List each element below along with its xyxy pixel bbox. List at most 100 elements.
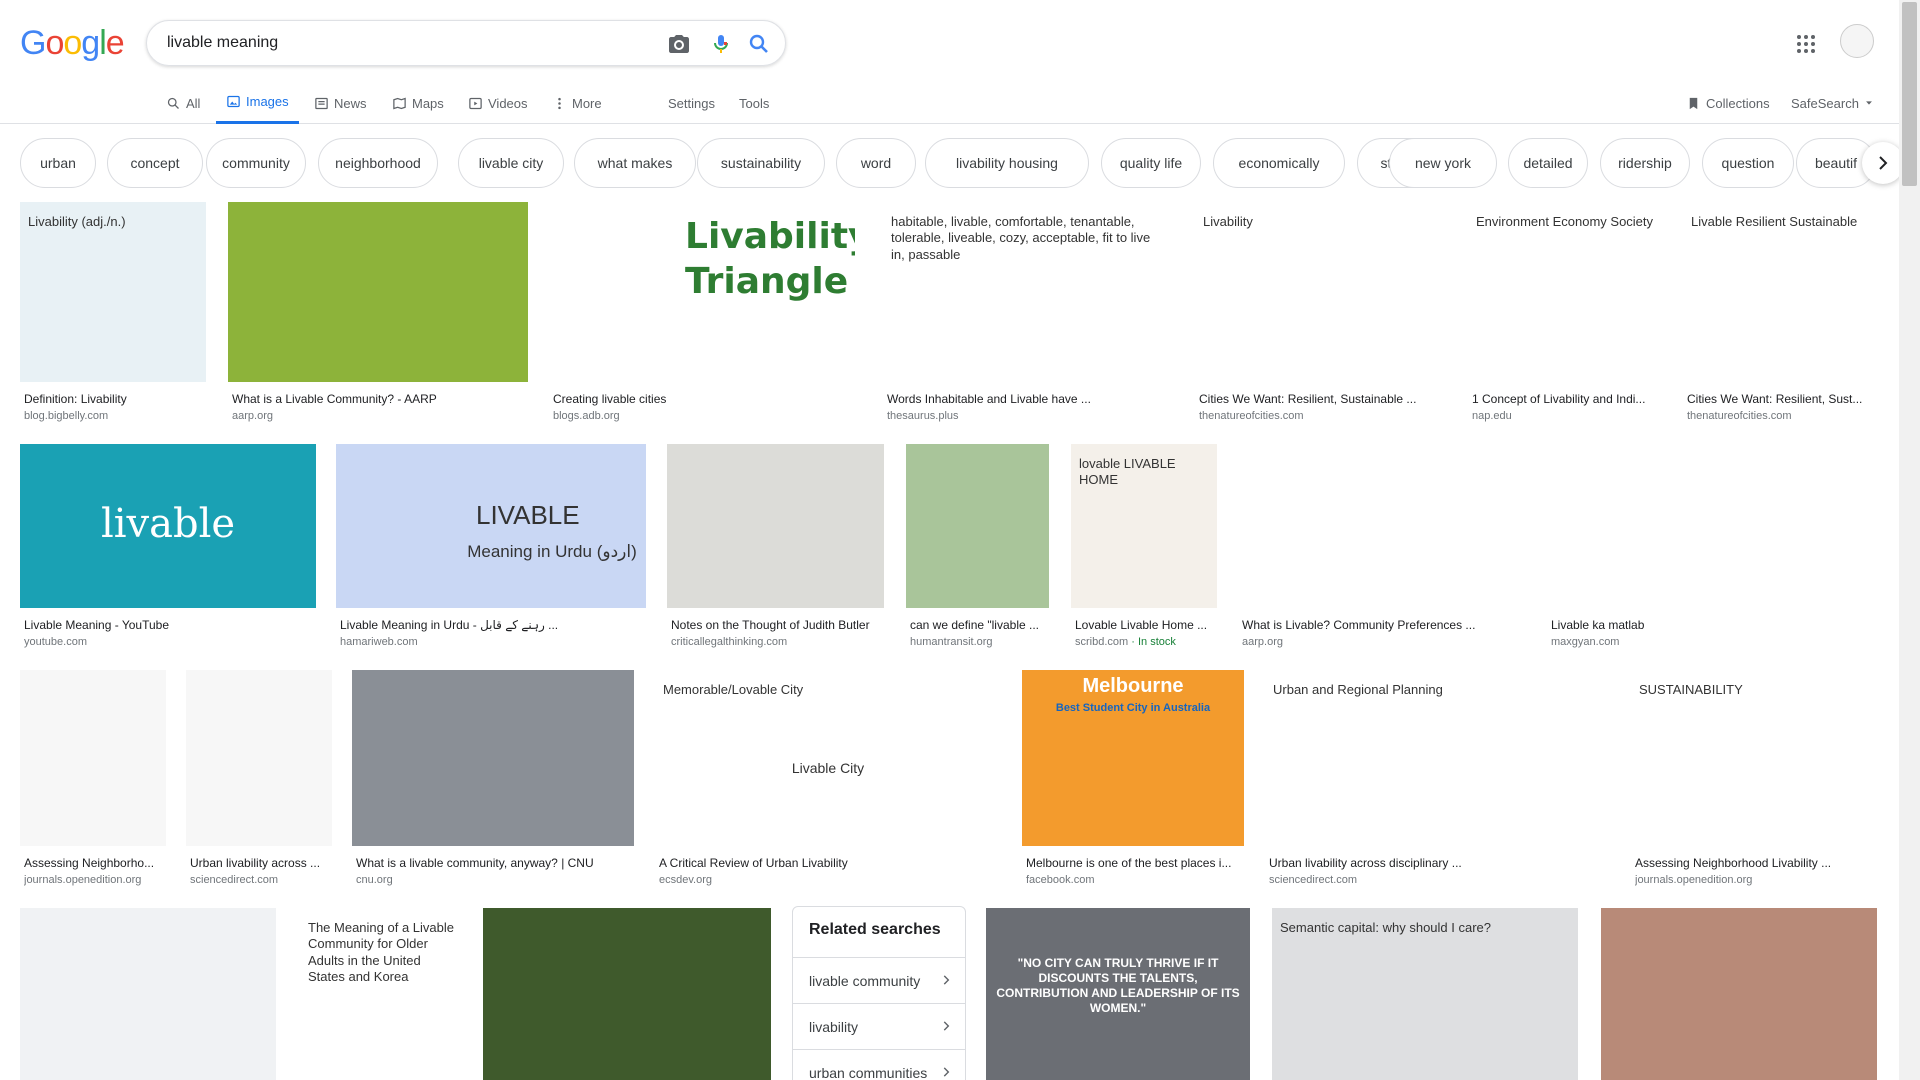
tab-images[interactable]: Images: [216, 82, 299, 124]
result-thumbnail[interactable]: "NO CITY CAN TRULY THRIVE IF IT DISCOUNT…: [986, 908, 1250, 1080]
chip[interactable]: livability housing: [925, 138, 1089, 188]
search-icon[interactable]: [747, 32, 771, 56]
result-caption[interactable]: Notes on the Thought of Judith Butler: [671, 618, 880, 632]
result-caption[interactable]: What is Livable? Community Preferences .…: [1242, 618, 1522, 632]
result-caption[interactable]: What is a livable community, anyway? | C…: [356, 856, 630, 870]
safesearch-dropdown[interactable]: SafeSearch: [1791, 82, 1874, 124]
chip[interactable]: urban: [20, 138, 96, 188]
scrollbar-thumb[interactable]: [1902, 2, 1917, 186]
related-search-item[interactable]: urban communities: [793, 1049, 965, 1080]
search-box[interactable]: [146, 20, 786, 66]
related-search-item[interactable]: livable community: [793, 957, 965, 1003]
tab-label: Maps: [412, 95, 444, 111]
result-source: maxgyan.com: [1551, 636, 1620, 648]
result-thumbnail[interactable]: habitable, livable, comfortable, tenanta…: [883, 202, 1175, 382]
result-caption[interactable]: Urban livability across disciplinary ...: [1269, 856, 1606, 870]
chip[interactable]: ridership: [1600, 138, 1690, 188]
result-thumbnail[interactable]: Livability (adj./n.): [20, 202, 206, 382]
tab-videos[interactable]: Videos: [468, 82, 528, 124]
avatar[interactable]: [1840, 24, 1874, 58]
result-caption[interactable]: Definition: Livability: [24, 392, 202, 406]
chip[interactable]: livable city: [458, 138, 564, 188]
result-caption[interactable]: 1 Concept of Livability and Indi...: [1472, 392, 1658, 406]
result-thumbnail[interactable]: Memorable/Lovable City Livable City: [655, 670, 1001, 846]
result-thumbnail[interactable]: The Meaning of a Livable Community for O…: [300, 908, 462, 1080]
result-thumbnail[interactable]: [1547, 444, 1877, 608]
chip[interactable]: word: [836, 138, 916, 188]
result-caption[interactable]: can we define "livable ...: [910, 618, 1045, 632]
result-source: aarp.org: [232, 410, 273, 422]
result-caption[interactable]: What is a Livable Community? - AARP: [232, 392, 524, 406]
chip[interactable]: new york: [1389, 138, 1497, 188]
thumbnail-text: Melbourne: [1082, 675, 1184, 697]
result-caption[interactable]: Cities We Want: Resilient, Sust...: [1687, 392, 1873, 406]
news-icon: [315, 97, 328, 109]
related-search-item[interactable]: livability: [793, 1003, 965, 1049]
google-logo[interactable]: Google: [20, 24, 125, 63]
chip[interactable]: concept: [107, 138, 203, 188]
chip[interactable]: community: [206, 138, 306, 188]
chip[interactable]: question: [1702, 138, 1794, 188]
result-thumbnail[interactable]: Environment Economy Society: [1468, 202, 1662, 382]
result-caption[interactable]: Creating livable cities: [553, 392, 859, 406]
result-thumbnail[interactable]: [1238, 444, 1526, 608]
video-icon: [469, 97, 482, 109]
tab-news[interactable]: News: [314, 82, 367, 124]
result-caption[interactable]: Livable ka matlab: [1551, 618, 1873, 632]
result-thumbnail[interactable]: [906, 444, 1049, 608]
result-caption[interactable]: Melbourne is one of the best places i...: [1026, 856, 1240, 870]
apps-icon[interactable]: [1794, 32, 1818, 56]
chip[interactable]: neighborhood: [318, 138, 438, 188]
result-thumbnail[interactable]: Semantic capital: why should I care?: [1272, 908, 1578, 1080]
chip[interactable]: what makes: [574, 138, 696, 188]
result-thumbnail[interactable]: SUSTAINABILITY: [1631, 670, 1877, 846]
result-thumbnail[interactable]: [20, 908, 276, 1080]
thumbnail-text: LIVABLE: [476, 500, 580, 530]
result-thumbnail[interactable]: [228, 202, 528, 382]
result-caption[interactable]: Lovable Livable Home ...: [1075, 618, 1213, 632]
collections-link[interactable]: Collections: [1686, 82, 1770, 124]
result-caption[interactable]: Cities We Want: Resilient, Sustainable .…: [1199, 392, 1444, 406]
search-input[interactable]: [167, 29, 647, 57]
result-thumbnail[interactable]: [352, 670, 634, 846]
tab-more[interactable]: More: [552, 82, 602, 124]
result-caption[interactable]: Livable Meaning - YouTube: [24, 618, 312, 632]
thumbnail-text: The Meaning of a Livable Community for O…: [308, 920, 454, 984]
result-caption[interactable]: Urban livability across ...: [190, 856, 328, 870]
result-thumbnail[interactable]: [667, 444, 884, 608]
result-thumbnail[interactable]: [1601, 908, 1877, 1080]
camera-icon[interactable]: [667, 32, 691, 56]
result-thumbnail[interactable]: Livability Triangle: [549, 202, 863, 382]
result-thumbnail[interactable]: Livability: [1195, 202, 1448, 382]
tab-label: More: [572, 95, 602, 111]
tab-settings[interactable]: Settings: [668, 82, 715, 124]
result-thumbnail[interactable]: [483, 908, 771, 1080]
result-source: thenatureofcities.com: [1199, 410, 1304, 422]
result-thumbnail[interactable]: Livable Resilient Sustainable: [1683, 202, 1877, 382]
result-thumbnail[interactable]: [20, 670, 166, 846]
result-thumbnail[interactable]: livable: [20, 444, 316, 608]
result-caption[interactable]: Assessing Neighborhood Livability ...: [1635, 856, 1873, 870]
page-scrollbar[interactable]: [1899, 0, 1920, 1080]
result-caption[interactable]: Livable Meaning in Urdu - رہنے کے قابل .…: [340, 618, 642, 632]
chip[interactable]: sustainability: [697, 138, 825, 188]
result-source: ecsdev.org: [659, 874, 712, 886]
result-thumbnail[interactable]: Urban and Regional Planning: [1265, 670, 1610, 846]
related-searches-title: Related searches: [809, 921, 941, 938]
chip[interactable]: detailed: [1508, 138, 1588, 188]
chip[interactable]: economically: [1213, 138, 1345, 188]
chips-next-button[interactable]: [1862, 142, 1904, 184]
result-caption[interactable]: A Critical Review of Urban Livability: [659, 856, 997, 870]
result-thumbnail[interactable]: lovable LIVABLE HOME: [1071, 444, 1217, 608]
result-thumbnail[interactable]: LIVABLE Meaning in Urdu (اردو): [336, 444, 646, 608]
result-thumbnail[interactable]: Melbourne Best Student City in Australia: [1022, 670, 1244, 846]
mic-icon[interactable]: [709, 32, 733, 56]
result-thumbnail[interactable]: [186, 670, 332, 846]
chip[interactable]: quality life: [1101, 138, 1201, 188]
tab-tools[interactable]: Tools: [739, 82, 769, 124]
tab-maps[interactable]: Maps: [392, 82, 444, 124]
result-caption[interactable]: Assessing Neighborho...: [24, 856, 162, 870]
result-source: sciencedirect.com: [1269, 874, 1358, 886]
tab-all[interactable]: All: [166, 82, 200, 124]
result-caption[interactable]: Words Inhabitable and Livable have ...: [887, 392, 1171, 406]
